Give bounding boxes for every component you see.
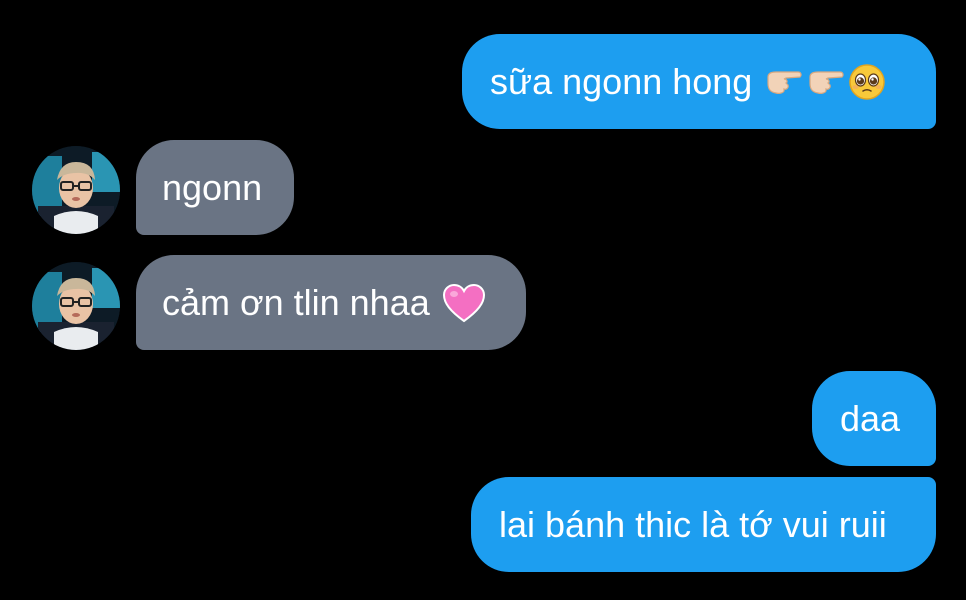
message-text: daa bbox=[840, 397, 901, 439]
outgoing-message-bubble[interactable]: sữa ngonn hong bbox=[462, 34, 936, 129]
pointing-right-hand-icon bbox=[809, 70, 844, 94]
pointing-right-hand-icon bbox=[767, 70, 802, 94]
pink-heart-icon bbox=[442, 283, 485, 322]
outgoing-message-bubble[interactable]: lai bánh thic là tớ vui ruii bbox=[471, 477, 936, 572]
pleading-face-icon bbox=[849, 63, 886, 100]
incoming-message-bubble[interactable]: ngonn bbox=[136, 140, 294, 235]
message-text: sữa ngonn hong bbox=[490, 60, 753, 102]
message-text: cảm ơn tlin nhaa bbox=[162, 281, 430, 323]
message-text: lai bánh thic là tớ vui ruii bbox=[499, 503, 887, 545]
chat-thread: sữa ngonn hong ngonn cảm ơn tlin nhaa da… bbox=[0, 0, 966, 600]
contact-avatar[interactable] bbox=[32, 146, 120, 234]
emoji-group bbox=[764, 63, 886, 101]
outgoing-message-bubble[interactable]: daa bbox=[812, 371, 936, 466]
incoming-message-bubble[interactable]: cảm ơn tlin nhaa bbox=[136, 255, 526, 350]
contact-avatar[interactable] bbox=[32, 262, 120, 350]
emoji-group bbox=[442, 283, 486, 323]
message-text: ngonn bbox=[162, 166, 263, 208]
